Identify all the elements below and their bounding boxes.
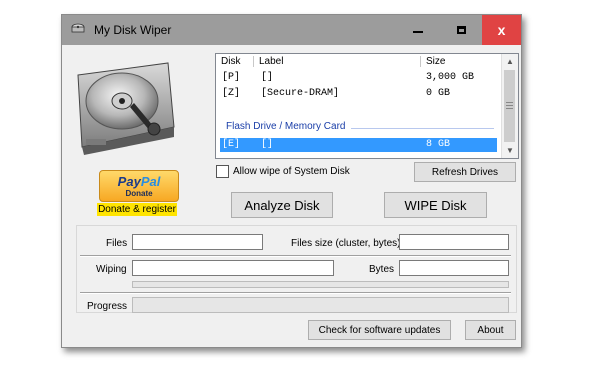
files-size-field: [399, 234, 509, 250]
wipe-disk-button[interactable]: WIPE Disk: [384, 192, 487, 218]
files-field: [132, 234, 263, 250]
allow-system-wipe-label: Allow wipe of System Disk: [233, 166, 350, 177]
maximize-button[interactable]: [442, 15, 480, 45]
paypal-logo: PayPal: [117, 174, 161, 189]
divider: [80, 292, 511, 294]
overall-progress-bar: [132, 297, 509, 313]
disk-list[interactable]: Disk Label Size [P] [] 3,000 GB [Z] [Sec…: [215, 53, 519, 159]
paypal-donate-button[interactable]: PayPal Donate: [99, 170, 179, 202]
disk-size: 0 GB: [426, 88, 451, 99]
disk-row[interactable]: [P] [] 3,000 GB: [220, 71, 497, 85]
bytes-label: Bytes: [369, 264, 395, 275]
allow-system-wipe-checkbox[interactable]: [216, 165, 229, 178]
chevron-up-icon[interactable]: ▲: [502, 54, 518, 69]
close-icon: x: [497, 22, 506, 38]
chevron-down-icon[interactable]: ▼: [502, 143, 518, 158]
disk-size: 8 GB: [426, 139, 451, 150]
files-label: Files: [106, 238, 128, 249]
column-size[interactable]: Size: [426, 56, 445, 67]
minimize-icon: [413, 31, 423, 33]
bytes-field: [399, 260, 509, 276]
disk-list-header: Disk Label Size: [216, 54, 500, 69]
progress-label: Progress: [87, 301, 128, 312]
disk-label: []: [261, 139, 274, 150]
disk-letter: [E]: [222, 139, 241, 150]
group-divider: [351, 128, 494, 129]
wiping-progress-bar: [132, 281, 509, 288]
group-header-flash: Flash Drive / Memory Card: [226, 121, 346, 132]
column-label[interactable]: Label: [259, 56, 283, 67]
analyze-disk-button[interactable]: Analyze Disk: [231, 192, 333, 218]
disk-label: [Secure-DRAM]: [261, 88, 340, 99]
scrollbar-thumb[interactable]: [504, 70, 515, 142]
disk-row[interactable]: [Z] [Secure-DRAM] 0 GB: [220, 87, 497, 101]
wiping-field: [132, 260, 334, 276]
disk-app-icon: [71, 23, 85, 33]
disk-list-scrollbar[interactable]: ▲ ▼: [501, 54, 518, 158]
disk-letter: [Z]: [222, 88, 241, 99]
disk-label: []: [261, 72, 274, 83]
window-title: My Disk Wiper: [94, 23, 172, 37]
app-window: My Disk Wiper x Disk Label Size [P] [] 3…: [61, 14, 522, 348]
hard-drive-icon: [77, 62, 175, 155]
minimize-button[interactable]: [399, 15, 437, 45]
grip-icon: [506, 102, 513, 109]
maximize-icon: [456, 26, 466, 34]
divider: [80, 255, 511, 257]
disk-row-selected[interactable]: [E] [] 8 GB: [220, 138, 497, 152]
about-button[interactable]: About: [465, 320, 516, 340]
paypal-donate-text: Donate: [125, 189, 153, 198]
refresh-drives-button[interactable]: Refresh Drives: [414, 162, 516, 182]
disk-letter: [P]: [222, 72, 241, 83]
column-disk[interactable]: Disk: [221, 56, 240, 67]
check-updates-button[interactable]: Check for software updates: [308, 320, 451, 340]
wiping-label: Wiping: [96, 264, 127, 275]
disk-size: 3,000 GB: [426, 72, 475, 83]
title-bar[interactable]: My Disk Wiper x: [62, 15, 521, 45]
files-size-label: Files size (cluster, bytes): [291, 238, 401, 249]
donate-register-link[interactable]: Donate & register: [97, 203, 177, 216]
close-button[interactable]: x: [482, 15, 521, 45]
